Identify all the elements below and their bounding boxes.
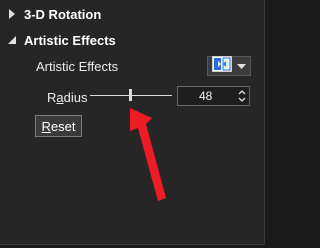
red-arrow-annotation	[130, 108, 166, 201]
